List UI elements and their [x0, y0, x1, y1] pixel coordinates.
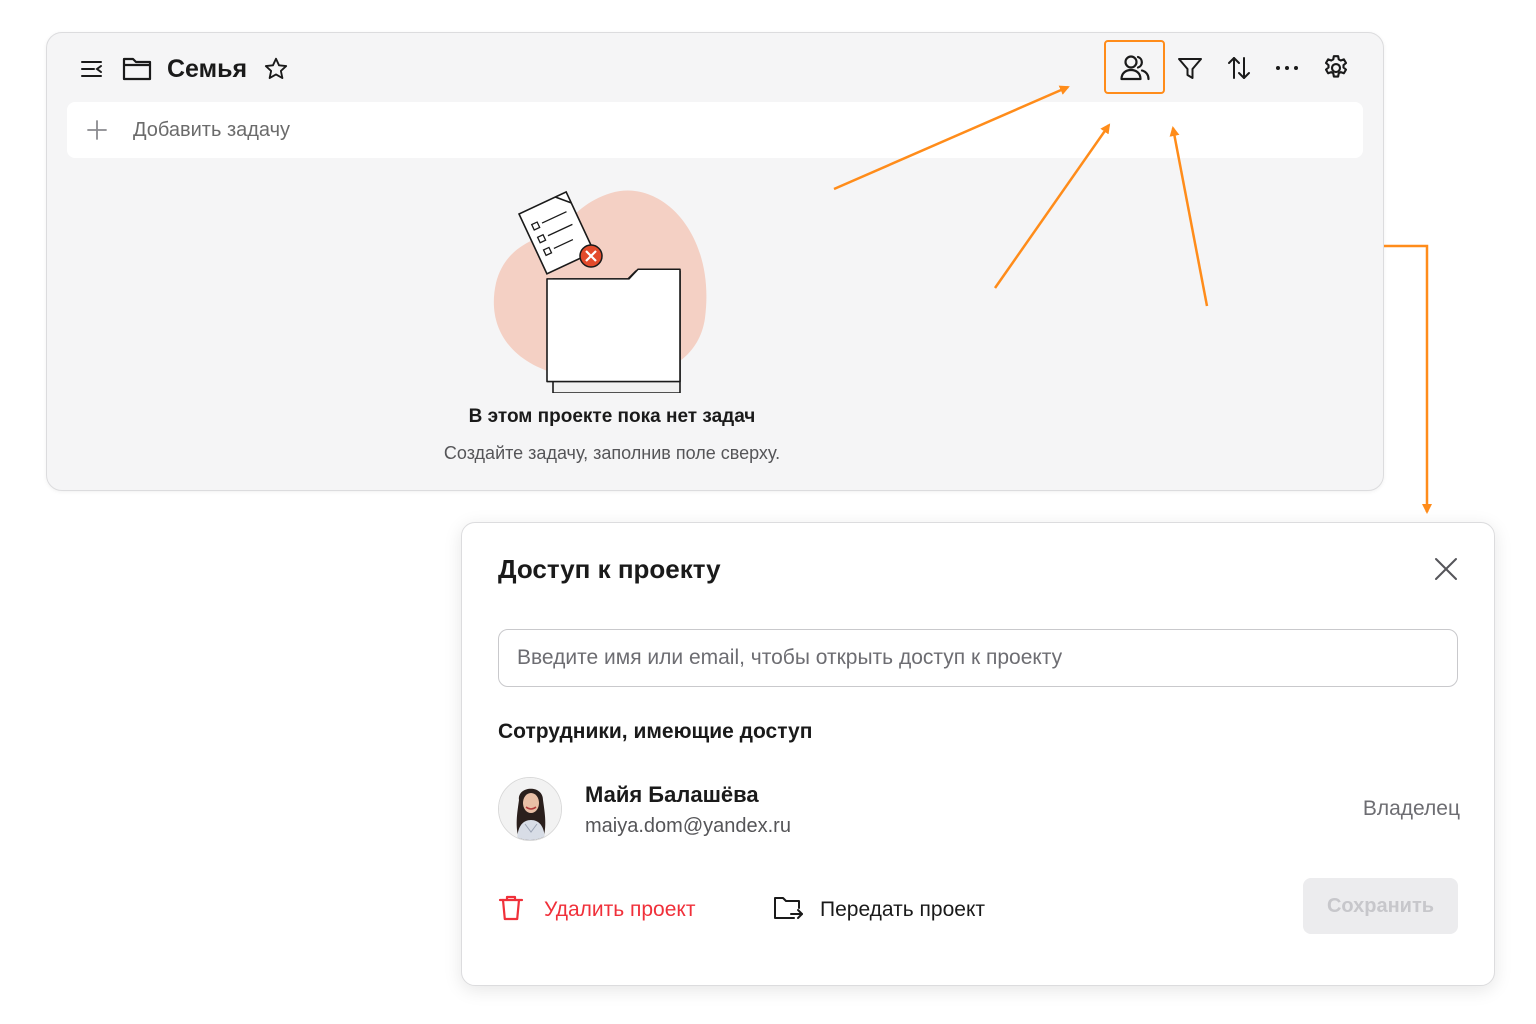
filter-icon[interactable] [1170, 41, 1210, 95]
more-icon[interactable] [1267, 41, 1307, 95]
menu-collapse-icon[interactable] [79, 56, 105, 82]
empty-state-subtitle: Создайте задачу, заполнив поле сверху. [443, 443, 781, 463]
folder-transfer-icon [772, 894, 804, 927]
transfer-project-button[interactable]: Передать проект [772, 894, 985, 926]
member-row: Майя Балашёва maiya.dom@yandex.ru Владел… [498, 777, 1460, 841]
close-icon[interactable] [1432, 555, 1460, 583]
star-icon[interactable] [263, 56, 289, 82]
sort-icon[interactable] [1219, 41, 1259, 95]
dialog-title: Доступ к проекту [498, 554, 721, 584]
users-icon[interactable] [1104, 41, 1165, 95]
empty-state-title: В этом проекте пока нет задач [468, 406, 756, 427]
settings-icon[interactable] [1316, 41, 1356, 95]
share-search-input[interactable]: Введите имя или email, чтобы открыть дос… [498, 629, 1458, 687]
member-role: Владелец [1362, 797, 1460, 820]
folder-icon [121, 55, 153, 83]
share-search-placeholder: Введите имя или email, чтобы открыть дос… [517, 646, 1063, 669]
annotation-connector-arrow [1384, 244, 1432, 514]
member-name: Майя Балашёва [585, 782, 759, 807]
save-button[interactable]: Сохранить [1303, 878, 1458, 934]
members-heading: Сотрудники, имеющие доступ [498, 720, 813, 743]
empty-project-illustration [491, 183, 721, 394]
add-task-placeholder: Добавить задачу [133, 118, 291, 141]
add-task-field[interactable]: Добавить задачу [67, 102, 1363, 158]
project-window: Семья Добавить задачу В этом проекте пок… [46, 32, 1384, 491]
project-header: Семья [79, 51, 289, 87]
project-access-dialog: Доступ к проекту Введите имя или email, … [461, 522, 1495, 986]
delete-project-button[interactable]: Удалить проект [498, 894, 695, 926]
project-toolbar [1104, 41, 1364, 95]
member-email: maiya.dom@yandex.ru [585, 815, 791, 837]
trash-icon [498, 894, 524, 927]
transfer-project-label: Передать проект [820, 898, 985, 921]
delete-project-label: Удалить проект [544, 898, 696, 921]
project-title: Семья [167, 54, 248, 83]
plus-icon [85, 118, 109, 142]
avatar [498, 777, 562, 841]
